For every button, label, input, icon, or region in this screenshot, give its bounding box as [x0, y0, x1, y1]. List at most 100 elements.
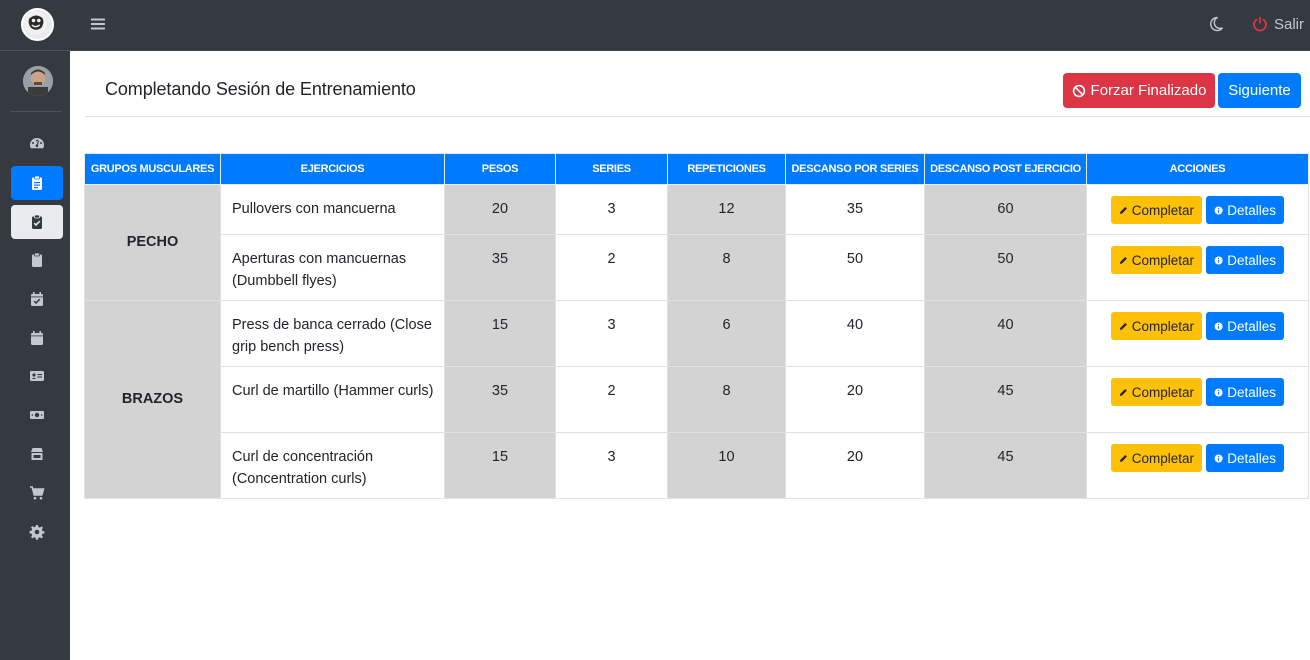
pencil-icon — [1120, 322, 1127, 330]
brand-logo-icon[interactable] — [21, 8, 54, 41]
muscle-group-cell: PECHO — [84, 184, 221, 301]
column-header: GRUPOS MUSCULARES — [84, 153, 221, 185]
pencil-icon — [1120, 206, 1127, 214]
column-header: REPETICIONES — [667, 153, 786, 185]
sidebar-item-cart[interactable] — [11, 476, 63, 510]
details-button[interactable]: Detalles — [1206, 196, 1284, 224]
actions-cell: Completar Detalles — [1086, 366, 1309, 433]
page-title: Completando Sesión de Entrenamiento — [105, 79, 416, 99]
info-circle-icon — [1214, 321, 1223, 331]
rest-series-cell: 35 — [785, 184, 925, 235]
series-cell: 3 — [555, 184, 668, 235]
store-icon — [31, 448, 43, 460]
rest-post-cell: 45 — [924, 366, 1087, 433]
rest-series-cell: 20 — [785, 432, 925, 499]
complete-button[interactable]: Completar — [1111, 444, 1202, 472]
weight-cell: 15 — [444, 432, 556, 499]
info-circle-icon — [1214, 205, 1223, 215]
clipboard-check-icon — [32, 214, 42, 229]
details-label: Detalles — [1227, 252, 1276, 268]
logout-label: Salir — [1274, 15, 1305, 33]
sidebar-item-sessions[interactable] — [11, 166, 63, 200]
sidebar-item-routines[interactable] — [11, 243, 63, 277]
series-cell: 3 — [555, 432, 668, 499]
exercise-table: GRUPOS MUSCULARES EJERCICIOS PESOS SERIE… — [84, 153, 1309, 499]
menu-toggle-icon[interactable] — [90, 16, 106, 32]
rest-post-cell: 40 — [924, 300, 1087, 367]
next-button[interactable]: Siguiente — [1218, 73, 1301, 108]
power-off-icon — [1253, 16, 1267, 32]
details-button[interactable]: Detalles — [1206, 444, 1284, 472]
sidebar-item-settings[interactable] — [11, 515, 63, 549]
details-label: Detalles — [1227, 202, 1276, 218]
rest-post-cell: 50 — [924, 234, 1087, 301]
actions-cell: Completar Detalles — [1086, 184, 1309, 235]
table-header-row: GRUPOS MUSCULARES EJERCICIOS PESOS SERIE… — [84, 153, 1309, 185]
series-cell: 3 — [555, 300, 668, 367]
sidebar — [0, 0, 70, 660]
rest-series-cell: 40 — [785, 300, 925, 367]
sidebar-item-dashboard[interactable] — [11, 126, 63, 160]
complete-button[interactable]: Completar — [1111, 378, 1202, 406]
sidebar-item-payments[interactable] — [11, 398, 63, 432]
user-avatar[interactable] — [23, 66, 53, 96]
info-circle-icon — [1214, 255, 1223, 265]
column-header: EJERCICIOS — [220, 153, 445, 185]
details-label: Detalles — [1227, 384, 1276, 400]
force-finish-button[interactable]: Forzar Finalizado — [1063, 73, 1215, 108]
calendar-check-icon — [31, 292, 43, 306]
table-row: Curl de martillo (Hammer curls) 35 2 8 2… — [85, 366, 1309, 433]
table-row: PECHO Pullovers con mancuerna 20 3 12 35… — [84, 184, 1309, 301]
complete-label: Completar — [1131, 202, 1194, 218]
sidebar-divider — [10, 111, 62, 112]
top-navbar: Salir — [70, 0, 1310, 51]
info-circle-icon — [1214, 453, 1223, 463]
details-button[interactable]: Detalles — [1206, 246, 1284, 274]
series-cell: 2 — [555, 366, 668, 433]
pencil-icon — [1120, 388, 1127, 396]
column-header: DESCANSO POST EJERCICIO — [924, 153, 1087, 185]
sidebar-divider — [0, 50, 70, 51]
dark-mode-toggle-icon[interactable] — [1208, 16, 1224, 32]
complete-label: Completar — [1131, 450, 1194, 466]
actions-cell: Completar Detalles — [1086, 300, 1309, 367]
complete-button[interactable]: Completar — [1111, 312, 1202, 340]
rest-series-cell: 50 — [785, 234, 925, 301]
series-cell: 2 — [555, 234, 668, 301]
id-card-icon — [30, 371, 44, 381]
exercise-cell: Press de banca cerrado (Close grip bench… — [220, 300, 445, 367]
complete-button[interactable]: Completar — [1111, 246, 1202, 274]
details-label: Detalles — [1227, 450, 1276, 466]
complete-label: Completar — [1131, 252, 1194, 268]
column-header: PESOS — [444, 153, 556, 185]
exercise-cell: Curl de martillo (Hammer curls) — [220, 366, 445, 433]
table-row: Aperturas con mancuernas (Dumbbell flyes… — [85, 234, 1309, 301]
sidebar-item-schedule[interactable] — [11, 282, 63, 316]
rest-post-cell: 60 — [924, 184, 1087, 235]
weight-cell: 35 — [444, 234, 556, 301]
force-finish-label: Forzar Finalizado — [1090, 82, 1207, 99]
rest-series-cell: 20 — [785, 366, 925, 433]
sidebar-item-calendar[interactable] — [11, 321, 63, 355]
details-button[interactable]: Detalles — [1206, 378, 1284, 406]
details-label: Detalles — [1227, 318, 1276, 334]
complete-button[interactable]: Completar — [1111, 196, 1202, 224]
reps-cell: 12 — [667, 184, 786, 235]
complete-label: Completar — [1131, 318, 1194, 334]
sidebar-item-completed-sessions[interactable] — [11, 205, 63, 239]
weight-cell: 20 — [444, 184, 556, 235]
shopping-cart-icon — [30, 486, 45, 500]
sidebar-item-store[interactable] — [11, 437, 63, 471]
ban-icon — [1072, 84, 1085, 97]
details-button[interactable]: Detalles — [1206, 312, 1284, 340]
cog-icon — [29, 525, 45, 540]
reps-cell: 8 — [667, 234, 786, 301]
reps-cell: 10 — [667, 432, 786, 499]
weight-cell: 15 — [444, 300, 556, 367]
table-row: BRAZOS Press de banca cerrado (Close gri… — [84, 300, 1309, 499]
logout-button[interactable]: Salir — [1252, 14, 1304, 34]
clipboard-icon — [32, 252, 42, 267]
sidebar-item-members[interactable] — [11, 359, 63, 393]
muscle-group-cell: BRAZOS — [84, 300, 221, 499]
table-row: Curl de concentración (Concentration cur… — [85, 432, 1309, 499]
